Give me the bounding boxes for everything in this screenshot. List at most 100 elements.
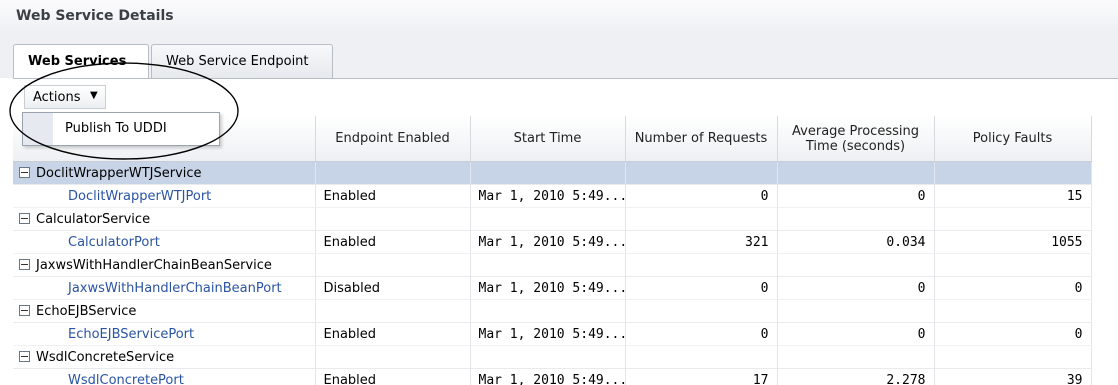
avg-processing-time-cell: 0	[777, 276, 935, 300]
empty-cell	[934, 207, 1092, 231]
panel-title: Web Service Details	[16, 8, 174, 24]
service-name-cell: DoclitWrapperWTJService	[13, 161, 316, 185]
empty-cell	[470, 299, 626, 323]
policy-faults-cell: 15	[934, 184, 1092, 208]
port-name-link[interactable]: WsdlConcretePort	[13, 368, 316, 385]
panel-header: Web Service Details	[0, 0, 1118, 33]
tab-label: Web Service Endpoint	[166, 54, 309, 69]
start-time-cell: Mar 1, 2010 5:49...	[470, 368, 626, 385]
requests-cell: 0	[625, 322, 778, 346]
collapse-icon[interactable]	[19, 166, 30, 178]
empty-cell	[625, 161, 778, 185]
avg-processing-time-cell: 2.278	[777, 368, 935, 385]
service-name: JaxwsWithHandlerChainBeanService	[36, 257, 272, 273]
col-header-endpoint-enabled[interactable]: Endpoint Enabled	[315, 116, 471, 162]
avg-processing-time-cell: 0.034	[777, 230, 935, 254]
policy-faults-cell: 0	[934, 322, 1092, 346]
table-row-service[interactable]: CalculatorService	[13, 207, 1092, 231]
divider	[13, 78, 1118, 79]
service-name-cell: JaxwsWithHandlerChainBeanService	[13, 253, 316, 277]
service-name-cell: EchoEJBService	[13, 299, 316, 323]
service-name-cell: WsdlConcreteService	[13, 345, 316, 369]
service-name-cell: CalculatorService	[13, 207, 316, 231]
col-header-number-of-requests[interactable]: Number of Requests	[625, 116, 778, 162]
empty-cell	[625, 299, 778, 323]
table-row-service[interactable]: JaxwsWithHandlerChainBeanService	[13, 253, 1092, 277]
port-name-link[interactable]: JaxwsWithHandlerChainBeanPort	[13, 276, 316, 300]
start-time-cell: Mar 1, 2010 5:49...	[470, 322, 626, 346]
empty-cell	[625, 207, 778, 231]
empty-cell	[777, 345, 935, 369]
tab-strip: Web Services Web Service Endpoint	[0, 32, 1118, 79]
tab-label: Web Services	[28, 54, 127, 69]
menu-icon-gutter	[23, 113, 53, 145]
avg-processing-time-cell: 0	[777, 322, 935, 346]
port-name-link[interactable]: DoclitWrapperWTJPort	[13, 184, 316, 208]
endpoint-enabled-cell: Enabled	[315, 322, 471, 346]
endpoint-enabled-cell: Enabled	[315, 230, 471, 254]
menu-item-publish-to-uddi[interactable]: Publish To UDDI	[65, 121, 167, 136]
table-row-port[interactable]: WsdlConcretePort Enabled Mar 1, 2010 5:49.…	[13, 368, 1092, 385]
empty-cell	[470, 345, 626, 369]
table-row-service[interactable]: DoclitWrapperWTJService	[13, 161, 1092, 185]
endpoint-enabled-cell: Enabled	[315, 184, 471, 208]
empty-cell	[470, 161, 626, 185]
requests-cell: 321	[625, 230, 778, 254]
empty-cell	[777, 161, 935, 185]
empty-cell	[315, 345, 471, 369]
empty-cell	[315, 161, 471, 185]
start-time-cell: Mar 1, 2010 5:49...	[470, 276, 626, 300]
requests-cell: 17	[625, 368, 778, 385]
table-row-port[interactable]: EchoEJBServicePort Enabled Mar 1, 2010 5:4…	[13, 322, 1092, 346]
tab-web-service-endpoint[interactable]: Web Service Endpoint	[151, 44, 333, 78]
table-row-port[interactable]: DoclitWrapperWTJPort Enabled Mar 1, 2010 5…	[13, 184, 1092, 208]
empty-cell	[470, 253, 626, 277]
requests-cell: 0	[625, 184, 778, 208]
table-row-port[interactable]: CalculatorPort Enabled Mar 1, 2010 5:49...…	[13, 230, 1092, 254]
policy-faults-cell: 0	[934, 276, 1092, 300]
actions-button[interactable]: Actions ▼	[24, 85, 106, 109]
collapse-icon[interactable]	[19, 258, 30, 270]
service-name: WsdlConcreteService	[36, 349, 175, 365]
collapse-icon[interactable]	[19, 350, 30, 362]
requests-cell: 0	[625, 276, 778, 300]
col-header-average-processing-time[interactable]: Average Processing Time (seconds)	[777, 116, 935, 162]
empty-cell	[315, 299, 471, 323]
actions-label: Actions	[33, 90, 81, 105]
service-name: DoclitWrapperWTJService	[36, 165, 202, 181]
empty-cell	[625, 345, 778, 369]
table-row-port[interactable]: JaxwsWithHandlerChainBeanPort Disabled Mar…	[13, 276, 1092, 300]
endpoint-enabled-cell: Disabled	[315, 276, 471, 300]
port-name-link[interactable]: EchoEJBServicePort	[13, 322, 316, 346]
empty-cell	[934, 161, 1092, 185]
collapse-icon[interactable]	[19, 304, 30, 316]
empty-cell	[625, 253, 778, 277]
table-row-service[interactable]: EchoEJBService	[13, 299, 1092, 323]
start-time-cell: Mar 1, 2010 5:49...	[470, 230, 626, 254]
tab-web-services[interactable]: Web Services	[13, 44, 149, 79]
empty-cell	[777, 207, 935, 231]
collapse-icon[interactable]	[19, 212, 30, 224]
empty-cell	[934, 345, 1092, 369]
policy-faults-cell: 1055	[934, 230, 1092, 254]
services-table: Endpoint Enabled Start Time Number of Re…	[13, 116, 1092, 385]
endpoint-enabled-cell: Enabled	[315, 368, 471, 385]
empty-cell	[777, 299, 935, 323]
col-header-start-time[interactable]: Start Time	[470, 116, 626, 162]
table-body: DoclitWrapperWTJService DoclitWrapperWTJP…	[13, 161, 1092, 385]
empty-cell	[315, 207, 471, 231]
service-name: CalculatorService	[36, 211, 151, 227]
chevron-down-icon: ▼	[90, 90, 98, 101]
policy-faults-cell: 39	[934, 368, 1092, 385]
empty-cell	[777, 253, 935, 277]
empty-cell	[934, 253, 1092, 277]
port-name-link[interactable]: CalculatorPort	[13, 230, 316, 254]
actions-menu: Publish To UDDI	[22, 112, 220, 146]
empty-cell	[315, 253, 471, 277]
table-row-service[interactable]: WsdlConcreteService	[13, 345, 1092, 369]
col-header-policy-faults[interactable]: Policy Faults	[934, 116, 1092, 162]
avg-processing-time-cell: 0	[777, 184, 935, 208]
empty-cell	[470, 207, 626, 231]
service-name: EchoEJBService	[36, 303, 137, 319]
services-table-container: Endpoint Enabled Start Time Number of Re…	[13, 116, 1118, 385]
